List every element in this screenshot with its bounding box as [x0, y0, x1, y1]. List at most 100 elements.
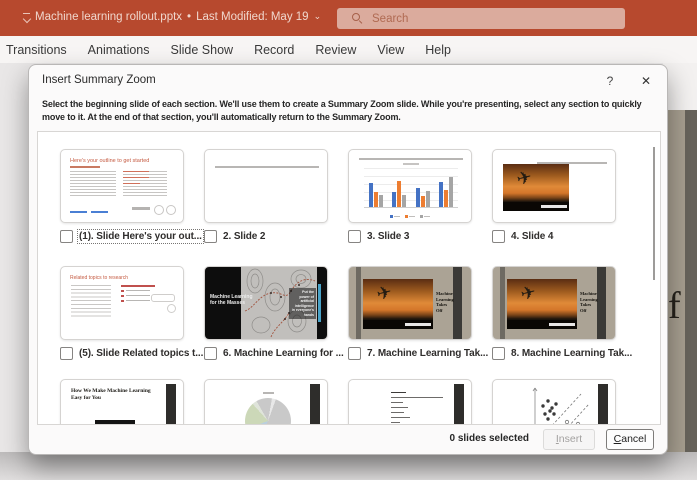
slide-1-thumbnail[interactable]: Here's your outline to get started [60, 149, 184, 223]
slide-cell-7: ✈ Machine Learning Takes Off 7. Machine … [348, 266, 478, 360]
slide-8-thumbnail[interactable]: ✈ Machine Learning Takes Off [492, 266, 616, 340]
tab-animations[interactable]: Animations [88, 43, 150, 57]
slide-6-title: Machine Learning for the Masses [210, 294, 260, 306]
slide-10-thumbnail[interactable] [204, 379, 328, 425]
slide-12-scatter-plot [519, 382, 593, 425]
last-modified-text[interactable]: Last Modified: May 19 [196, 11, 309, 23]
slide-6-thumbnail[interactable]: Machine Learning for the Masses Put the … [204, 266, 328, 340]
slide-3-checkbox[interactable] [348, 230, 361, 243]
tab-review[interactable]: Review [315, 43, 356, 57]
quick-access-menu-icon[interactable] [22, 12, 31, 22]
slide-cell-3: 3. Slide 3 [348, 149, 478, 243]
slide-8-airplane-photo: ✈ [507, 279, 577, 329]
window-bottom-area [0, 452, 697, 480]
tab-slide-show[interactable]: Slide Show [171, 43, 234, 57]
slide-2-checkbox[interactable] [204, 230, 217, 243]
slide-9-thumbnail[interactable]: How We Make Machine Learning Easy for Yo… [60, 379, 184, 425]
ribbon-tabs: Transitions Animations Slide Show Record… [0, 36, 697, 63]
slide-6-subtitle: Put the power of artificial intelligence… [289, 288, 316, 319]
slide-7-right-bar [453, 267, 462, 340]
search-input[interactable]: Search [337, 8, 625, 29]
slide-7-label[interactable]: 7. Machine Learning Tak... [367, 348, 488, 359]
slide-8-left-bar [500, 267, 505, 340]
slide-1-checkbox-row[interactable]: (1). Slide Here's your out... [60, 229, 190, 243]
slide-11-text-lines [391, 392, 443, 425]
slide-4-label[interactable]: 4. Slide 4 [511, 231, 553, 242]
airplane-icon: ✈ [519, 283, 538, 304]
help-icon[interactable]: ? [599, 72, 621, 90]
tab-help[interactable]: Help [425, 43, 451, 57]
slide-8-title: Machine Learning Takes Off [580, 291, 597, 313]
dialog-title: Insert Summary Zoom [42, 74, 156, 86]
slide-10-pie-chart [245, 398, 291, 425]
slide-4-checkbox[interactable] [492, 230, 505, 243]
slide-5-side-panel [121, 285, 175, 317]
slide-7-thumbnail[interactable]: ✈ Machine Learning Takes Off [348, 266, 472, 340]
title-separator: • [187, 11, 191, 23]
slide-5-checkbox-row[interactable]: (5). Slide Related topics t... [60, 346, 190, 360]
background-slide-edge [685, 110, 697, 452]
slide-3-label[interactable]: 3. Slide 3 [367, 231, 409, 242]
slide-10-chart-label [263, 392, 274, 394]
slide-cell-6: Machine Learning for the Masses Put the … [204, 266, 334, 360]
document-title: Machine learning rollout.pptx • Last Mod… [35, 11, 321, 23]
slide-7-airplane-photo: ✈ [363, 279, 433, 329]
tab-transitions[interactable]: Transitions [6, 43, 67, 57]
slide-7-checkbox[interactable] [348, 347, 361, 360]
slide-8-checkbox[interactable] [492, 347, 505, 360]
slide-5-label[interactable]: (5). Slide Related topics t... [79, 348, 203, 359]
slide-5-title: Related topics to research [70, 275, 128, 281]
slide-4-checkbox-row[interactable]: 4. Slide 4 [492, 229, 622, 243]
slide-6-accent-strip [318, 284, 321, 322]
file-name: Machine learning rollout.pptx [35, 11, 182, 23]
slide-2-checkbox-row[interactable]: 2. Slide 2 [204, 229, 334, 243]
slide-cell-12 [492, 379, 622, 425]
chevron-down-icon[interactable]: ⌄ [314, 11, 322, 22]
slide-cell-4: ✈ 4. Slide 4 [492, 149, 622, 243]
slide-cell-11 [348, 379, 478, 425]
slide-5-checkbox[interactable] [60, 347, 73, 360]
slide-6-checkbox[interactable] [204, 347, 217, 360]
slide-8-checkbox-row[interactable]: 8. Machine Learning Tak... [492, 346, 622, 360]
slide-6-label[interactable]: 6. Machine Learning for ... [223, 348, 344, 359]
slide-6-checkbox-row[interactable]: 6. Machine Learning for ... [204, 346, 334, 360]
slide-12-thumbnail[interactable] [492, 379, 616, 425]
close-icon[interactable]: ✕ [633, 72, 659, 90]
airplane-icon: ✈ [515, 168, 534, 189]
slide-3-thumbnail[interactable] [348, 149, 472, 223]
slide-11-right-bar [454, 384, 464, 425]
slide-2-title-placeholder [215, 166, 319, 168]
slide-7-title: Machine Learning Takes Off [436, 291, 453, 313]
slides-selected-count: 0 slides selected [450, 433, 530, 444]
slide-9-right-bar [166, 384, 176, 425]
slide-grid-scroll-area: Here's your outline to get started (1). … [37, 131, 661, 425]
slide-1-subtitle-line [70, 166, 100, 168]
slide-8-label[interactable]: 8. Machine Learning Tak... [511, 348, 632, 359]
tab-record[interactable]: Record [254, 43, 294, 57]
slide-3-checkbox-row[interactable]: 3. Slide 3 [348, 229, 478, 243]
slide-2-label[interactable]: 2. Slide 2 [223, 231, 265, 242]
slide-4-thumbnail[interactable]: ✈ [492, 149, 616, 223]
slide-1-title: Here's your outline to get started [70, 158, 149, 164]
slide-cell-1: Here's your outline to get started (1). … [60, 149, 190, 243]
slide-10-right-bar [310, 384, 320, 425]
slide-9-title: How We Make Machine Learning Easy for Yo… [71, 388, 153, 402]
slide-7-left-bar [356, 267, 361, 340]
slide-1-checkbox[interactable] [60, 230, 73, 243]
slide-1-label[interactable]: (1). Slide Here's your out... [79, 231, 202, 242]
titlebar: Machine learning rollout.pptx • Last Mod… [0, 0, 697, 36]
tab-view[interactable]: View [377, 43, 404, 57]
cancel-button[interactable]: Cancel [606, 429, 654, 450]
slide-5-thumbnail[interactable]: Related topics to research [60, 266, 184, 340]
slide-3-chart-title [403, 163, 419, 165]
search-icon [352, 13, 363, 24]
app-window: Machine learning rollout.pptx • Last Mod… [0, 0, 697, 480]
vertical-scrollbar[interactable] [653, 147, 655, 280]
insert-button[interactable]: Insert [543, 429, 595, 450]
airplane-icon: ✈ [375, 283, 394, 304]
slide-cell-8: ✈ Machine Learning Takes Off 8. Machine … [492, 266, 622, 360]
slide-7-checkbox-row[interactable]: 7. Machine Learning Tak... [348, 346, 478, 360]
slide-cell-2: 2. Slide 2 [204, 149, 334, 243]
slide-2-thumbnail[interactable] [204, 149, 328, 223]
slide-11-thumbnail[interactable] [348, 379, 472, 425]
